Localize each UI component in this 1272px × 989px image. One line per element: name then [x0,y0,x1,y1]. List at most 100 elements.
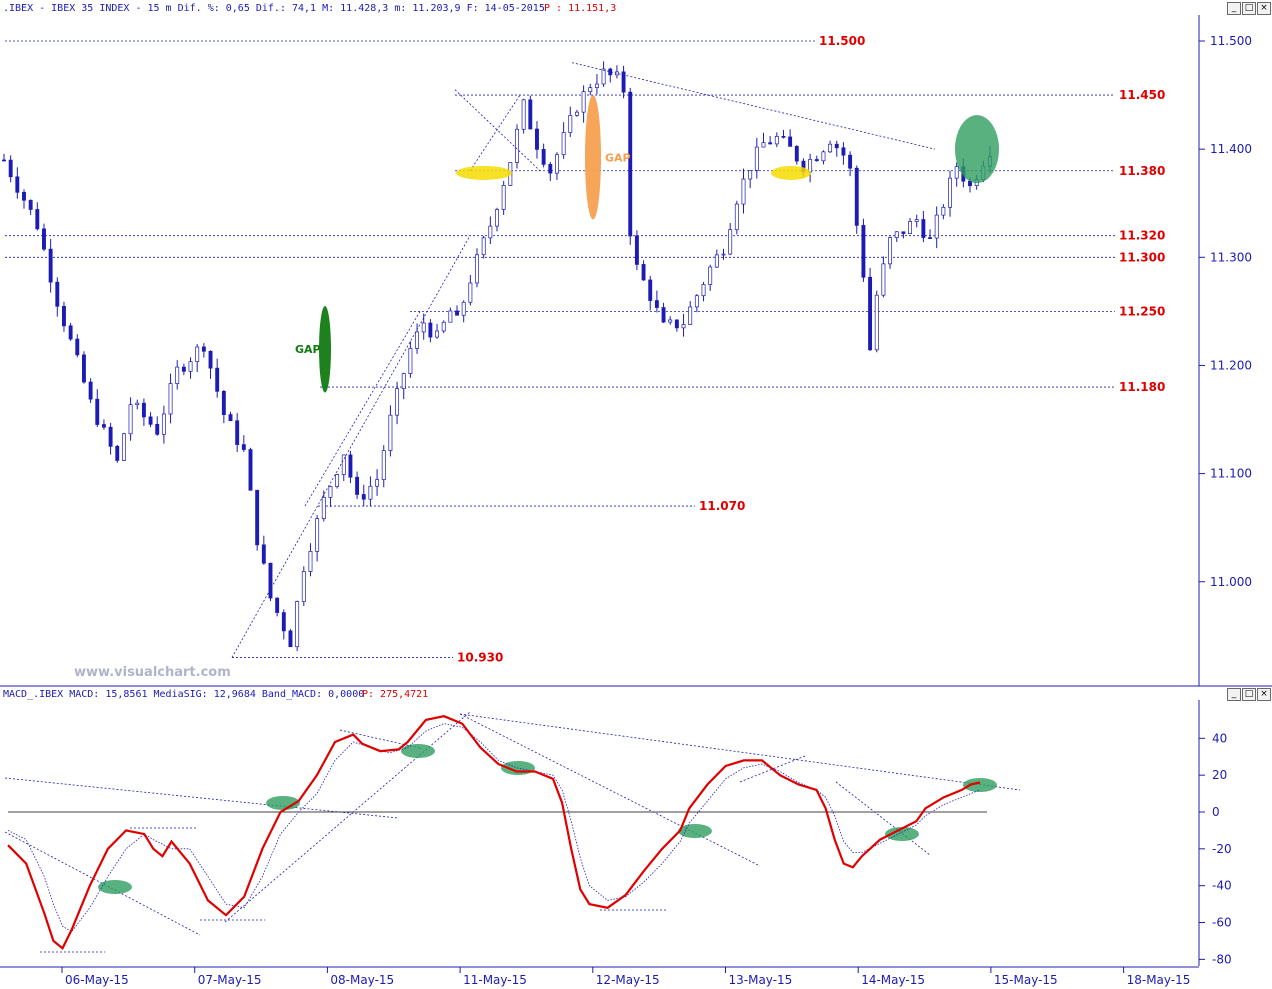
close-button[interactable]: × [1257,2,1271,15]
candle-body [375,479,380,487]
candle-body [888,237,893,265]
candle-body [721,253,726,256]
price-header: .IBEX - IBEX 35 INDEX - 15 m Dif. %: 0,6… [3,3,616,14]
candle-body [8,159,13,178]
macd-minimize-button[interactable]: _ [1227,688,1241,701]
candle-body [448,310,453,323]
candle-body [901,231,906,234]
candle-body [68,325,73,340]
candle-body [834,143,839,149]
candle-body [42,228,46,250]
retest-highlight [456,165,512,180]
candle-body [75,338,80,356]
price-header-last: P : 11.151,3 [544,3,616,14]
main-background [0,0,1272,989]
candle-body [441,321,446,332]
candle-body [728,229,733,255]
candle-body [2,159,6,162]
candle-body [361,494,366,500]
candle-body [768,142,773,145]
gap-highlight [319,305,331,393]
macd-y-tick-label: 20 [1212,768,1227,782]
candle-body [701,284,706,297]
macd-close-button[interactable]: × [1257,688,1271,701]
candle-body [188,361,193,372]
candle-body [574,111,579,116]
x-tick-label: 18-May-15 [1127,973,1191,987]
candle-body [861,225,866,278]
x-tick-label: 13-May-15 [729,973,793,987]
candle-body [488,225,493,239]
macd-y-tick-label: -60 [1212,916,1232,930]
candle-body [28,199,33,210]
candle-body [754,146,759,171]
level-label: 11.250 [1119,304,1165,318]
candle-body [275,597,280,613]
candle-body [15,176,20,193]
candle-body [515,128,519,163]
candle-body [328,486,333,498]
candle-body [761,142,766,148]
candle-body [148,416,153,425]
candle-body [468,282,473,303]
candle-body [381,450,386,480]
candle-body [241,444,246,450]
candle-body [261,544,266,564]
candle-body [561,132,566,156]
candle-body [141,402,146,418]
candle-body [401,373,406,390]
level-label: 10.930 [457,650,503,664]
y-tick-label: 11.400 [1210,142,1252,156]
candle-body [255,489,260,546]
candle-body [135,402,140,405]
candle-body [181,366,186,372]
breakout-highlight [955,115,999,184]
candle-body [388,414,393,451]
candle-body [914,219,919,222]
candle-body [428,322,433,338]
candle-body [235,420,240,445]
retest-highlight [771,165,811,180]
candle-body [714,254,719,268]
candle-body [648,279,653,301]
candle-body [315,518,320,552]
candle-body [661,307,666,323]
candle-body [828,143,833,153]
candle-body [95,398,100,425]
watermark: www.visualchart.com [74,665,231,680]
candle-body [321,497,326,520]
candle-body [408,348,413,374]
candle-body [228,414,233,422]
candle-body [934,214,939,239]
candle-body [155,423,160,435]
candle-body [168,383,173,415]
candle-body [908,221,913,234]
candle-body [894,231,899,238]
candle-body [954,166,959,179]
candle-body [35,209,40,230]
x-tick-label: 06-May-15 [65,973,129,987]
level-label: 11.450 [1119,88,1165,102]
x-tick-label: 08-May-15 [330,973,394,987]
candle-body [921,219,926,238]
candle-body [348,454,353,478]
level-label: 11.500 [819,34,865,48]
maximize-button[interactable]: □ [1242,2,1256,15]
minimize-button[interactable]: _ [1227,2,1241,15]
candle-body [88,381,93,400]
macd-y-tick-label: 0 [1212,805,1220,819]
macd-maximize-button[interactable]: □ [1242,688,1256,701]
x-tick-label: 11-May-15 [463,973,527,987]
level-label: 11.070 [699,499,745,513]
price-header-text: .IBEX - IBEX 35 INDEX - 15 m Dif. %: 0,6… [3,3,545,14]
candle-body [781,136,786,138]
x-tick-label: 15-May-15 [994,973,1058,987]
candle-body [654,300,659,308]
candle-body [881,263,886,296]
candle-body [101,424,106,428]
level-label: 11.180 [1119,380,1165,394]
y-tick-label: 11.200 [1210,358,1252,372]
candle-body [301,571,306,602]
candle-body [81,354,86,383]
candle-body [535,128,539,150]
